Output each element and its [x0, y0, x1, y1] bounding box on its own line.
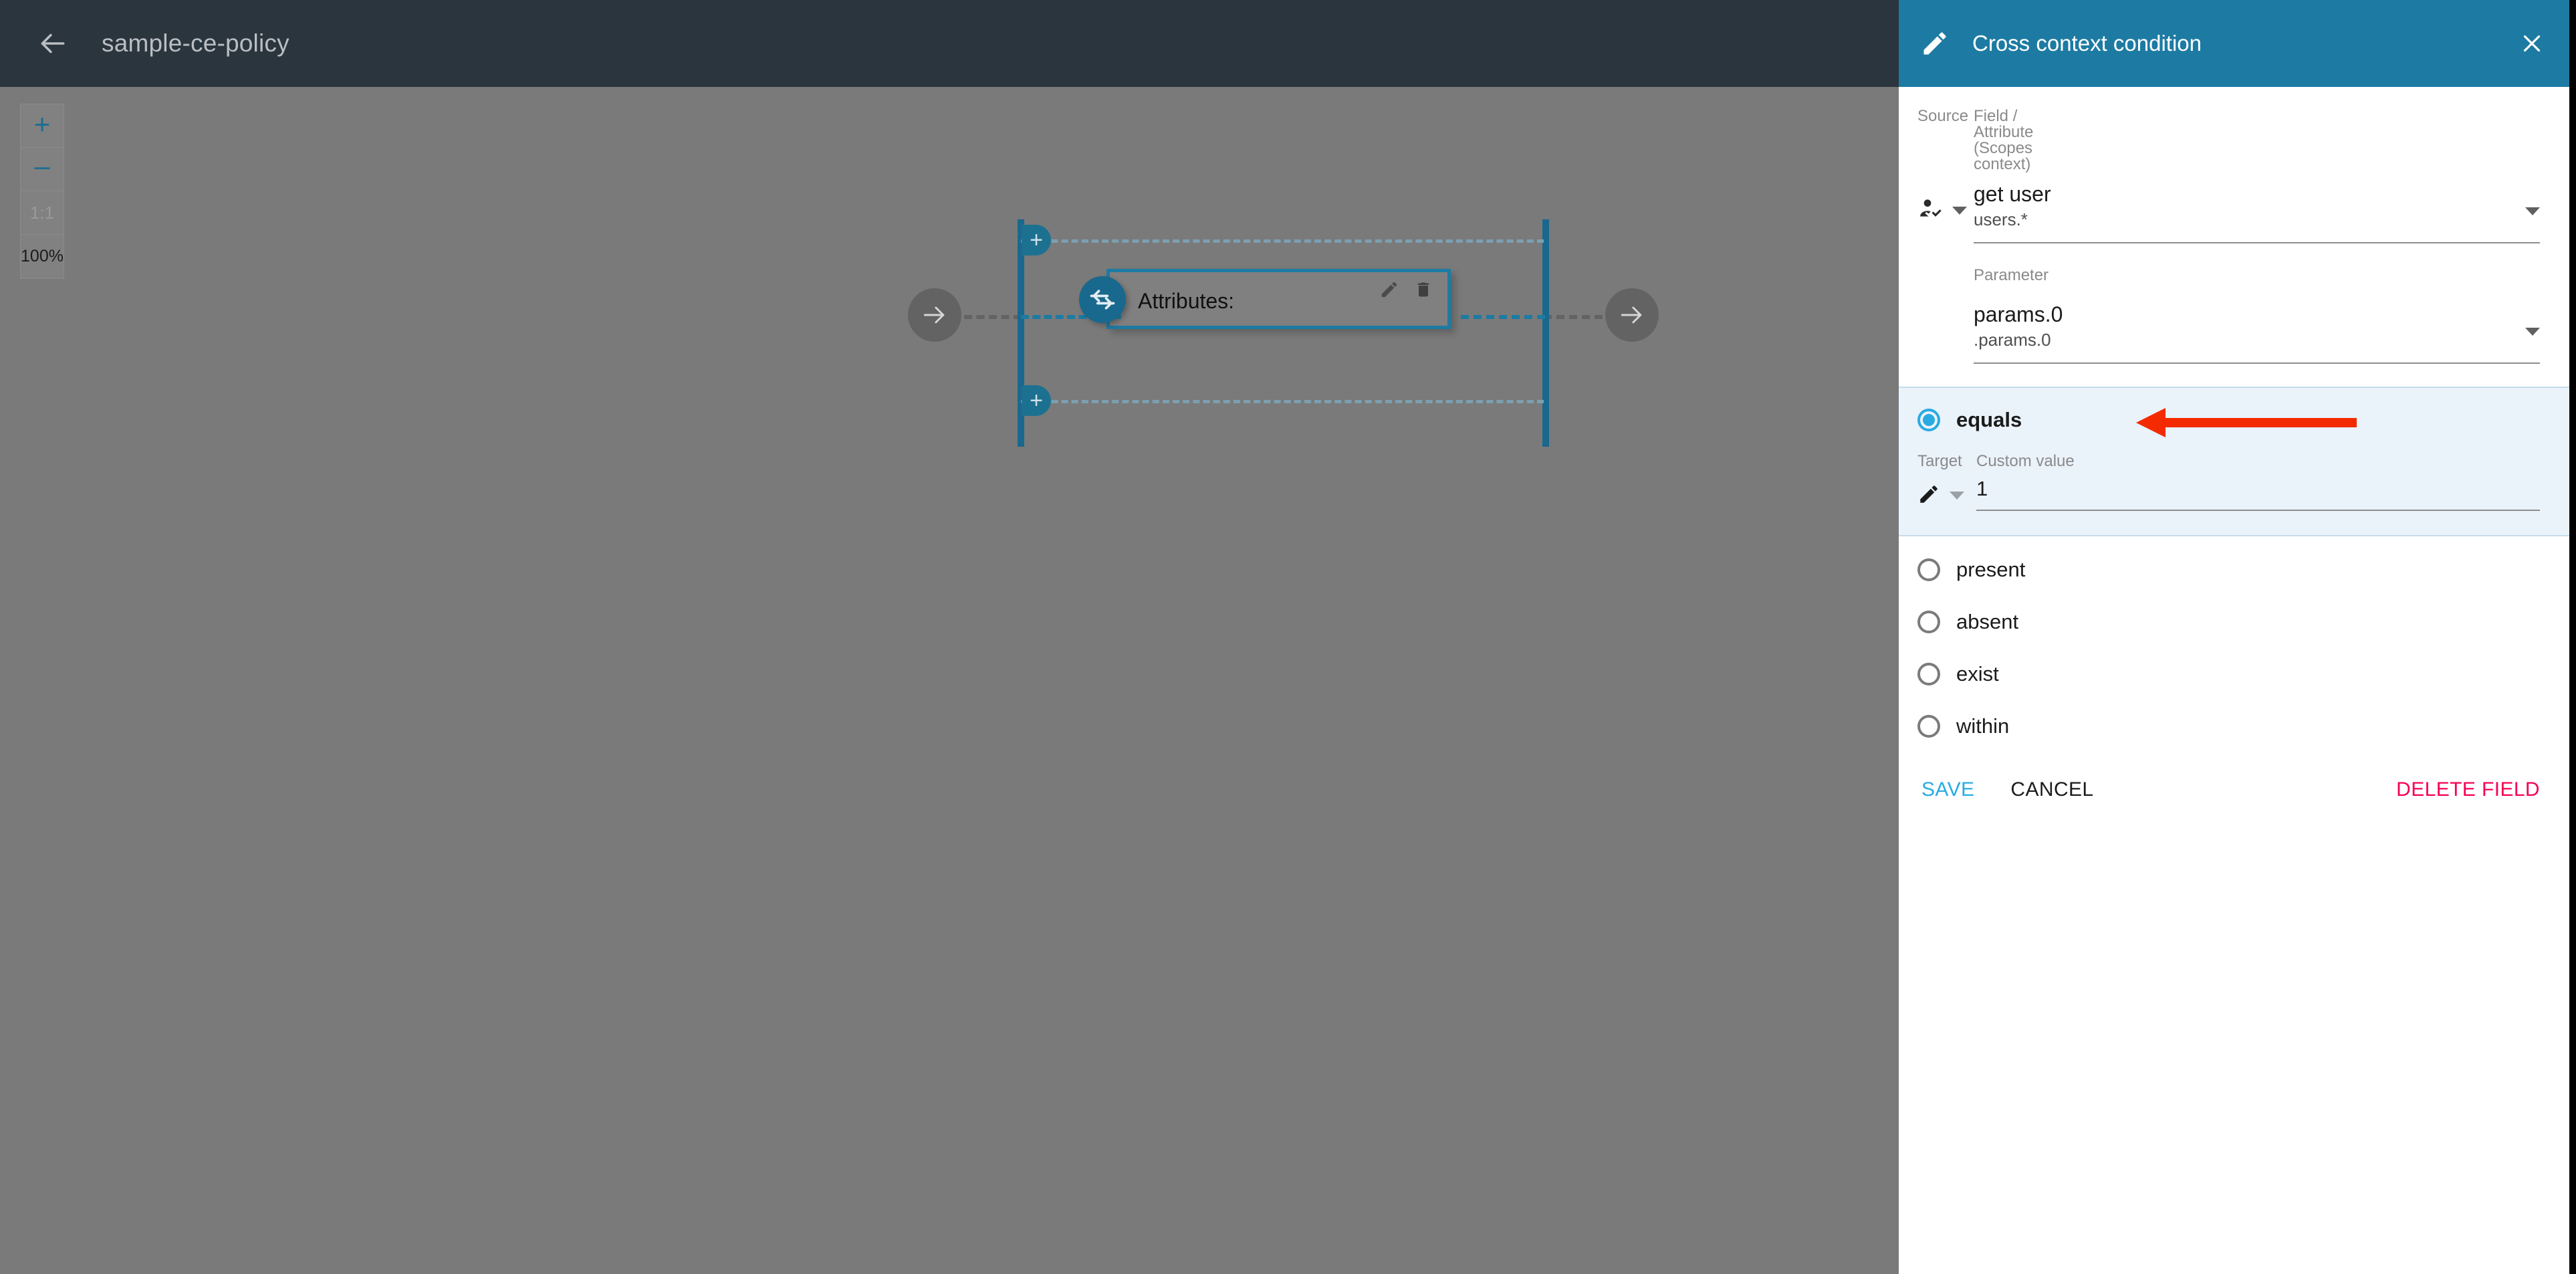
radio-option-within[interactable]: within [1917, 714, 2540, 738]
pencil-icon [1920, 29, 1950, 58]
radio-exist-label: exist [1956, 661, 1999, 685]
add-branch-bottom-button[interactable]: + [1022, 385, 1051, 416]
save-button[interactable]: SAVE [1921, 778, 1974, 801]
chevron-down-icon[interactable] [2525, 327, 2540, 336]
radio-absent-indicator[interactable] [1917, 610, 1940, 633]
delete-field-button[interactable]: DELETE FIELD [2396, 778, 2540, 801]
branch-line-bottom [1021, 400, 1544, 403]
radio-option-present[interactable]: present [1917, 558, 2540, 582]
source-field-select[interactable]: get user users.* [1974, 181, 2540, 243]
branch-bar-right [1542, 219, 1549, 447]
radio-equals-label: equals [1956, 407, 2022, 431]
chevron-down-icon[interactable] [1952, 206, 1967, 215]
source-field-label: Field / Attribute (Scopes context) [1974, 107, 2034, 173]
parameter-select[interactable]: params.0 .params.0 [1974, 301, 2540, 364]
branch-line-middle-right [1461, 315, 1545, 319]
radio-option-equals[interactable]: equals [1917, 408, 2540, 432]
branch-line-top [1021, 239, 1544, 243]
flow-diagram: + + Attributes: [0, 87, 1899, 1274]
source-field-subvalue: users.* [1974, 209, 2028, 229]
top-app-bar: sample-ce-policy [0, 0, 1899, 87]
condition-options-list: present absent exist within [1899, 536, 2569, 738]
chevron-down-icon[interactable] [2525, 207, 2540, 215]
page-title: sample-ce-policy [102, 29, 289, 57]
attributes-node-label: Attributes: [1138, 289, 1235, 313]
target-type-selector[interactable] [1917, 477, 1976, 509]
source-group-label: Source [1917, 107, 1969, 125]
radio-exist-indicator[interactable] [1917, 662, 1940, 685]
target-label: Target [1917, 451, 1962, 470]
panel-title: Cross context condition [1972, 31, 2202, 56]
radio-within-indicator[interactable] [1917, 714, 1940, 738]
parameter-label: Parameter [1974, 266, 2049, 284]
custom-value-input[interactable]: 1 [1976, 477, 2540, 511]
custom-value-label: Custom value [1976, 451, 2075, 470]
chevron-down-icon[interactable] [1950, 492, 1964, 500]
parameter-value: params.0 [1974, 302, 2063, 326]
cancel-button[interactable]: CANCEL [2010, 778, 2093, 801]
panel-header: Cross context condition [1899, 0, 2569, 87]
node-toolbar [1379, 280, 1433, 303]
transfer-arrows-icon[interactable] [1079, 276, 1126, 323]
radio-within-label: within [1956, 714, 2010, 738]
condition-equals-section: equals Target Custom value 1 [1899, 386, 2569, 536]
pencil-icon [1917, 483, 1940, 509]
nav-previous-button[interactable] [908, 288, 961, 342]
source-field-value: get user [1974, 182, 2051, 206]
pencil-icon[interactable] [1379, 280, 1399, 303]
user-check-icon [1917, 195, 1944, 225]
panel-body: Source Field / Attribute (Scopes context… [1899, 87, 2569, 801]
source-type-selector[interactable] [1917, 181, 1974, 225]
radio-option-exist[interactable]: exist [1917, 662, 2540, 686]
close-icon[interactable] [2517, 29, 2547, 58]
application-window: sample-ce-policy + – 1:1 100% + + Attrib… [0, 0, 2576, 1274]
parameter-subvalue: .params.0 [1974, 329, 2051, 350]
custom-value-text: 1 [1976, 476, 1988, 500]
source-section: Source Field / Attribute (Scopes context… [1899, 87, 2569, 387]
add-branch-top-button[interactable]: + [1022, 225, 1051, 255]
diagram-canvas[interactable]: + – 1:1 100% + + Attributes: [0, 87, 1899, 1274]
radio-equals-indicator[interactable] [1917, 408, 1940, 431]
connector-outgoing [1544, 315, 1603, 319]
nav-next-button[interactable] [1605, 288, 1659, 342]
cross-context-condition-panel: Cross context condition Source Field / A… [1899, 0, 2576, 1274]
radio-present-label: present [1956, 557, 2026, 581]
radio-present-indicator[interactable] [1917, 558, 1940, 581]
back-arrow-icon[interactable] [33, 25, 71, 62]
trash-icon[interactable] [1414, 280, 1433, 302]
panel-actions: SAVE CANCEL DELETE FIELD [1899, 766, 2569, 801]
connector-incoming [964, 315, 1022, 319]
radio-absent-label: absent [1956, 609, 2019, 633]
radio-option-absent[interactable]: absent [1917, 610, 2540, 634]
